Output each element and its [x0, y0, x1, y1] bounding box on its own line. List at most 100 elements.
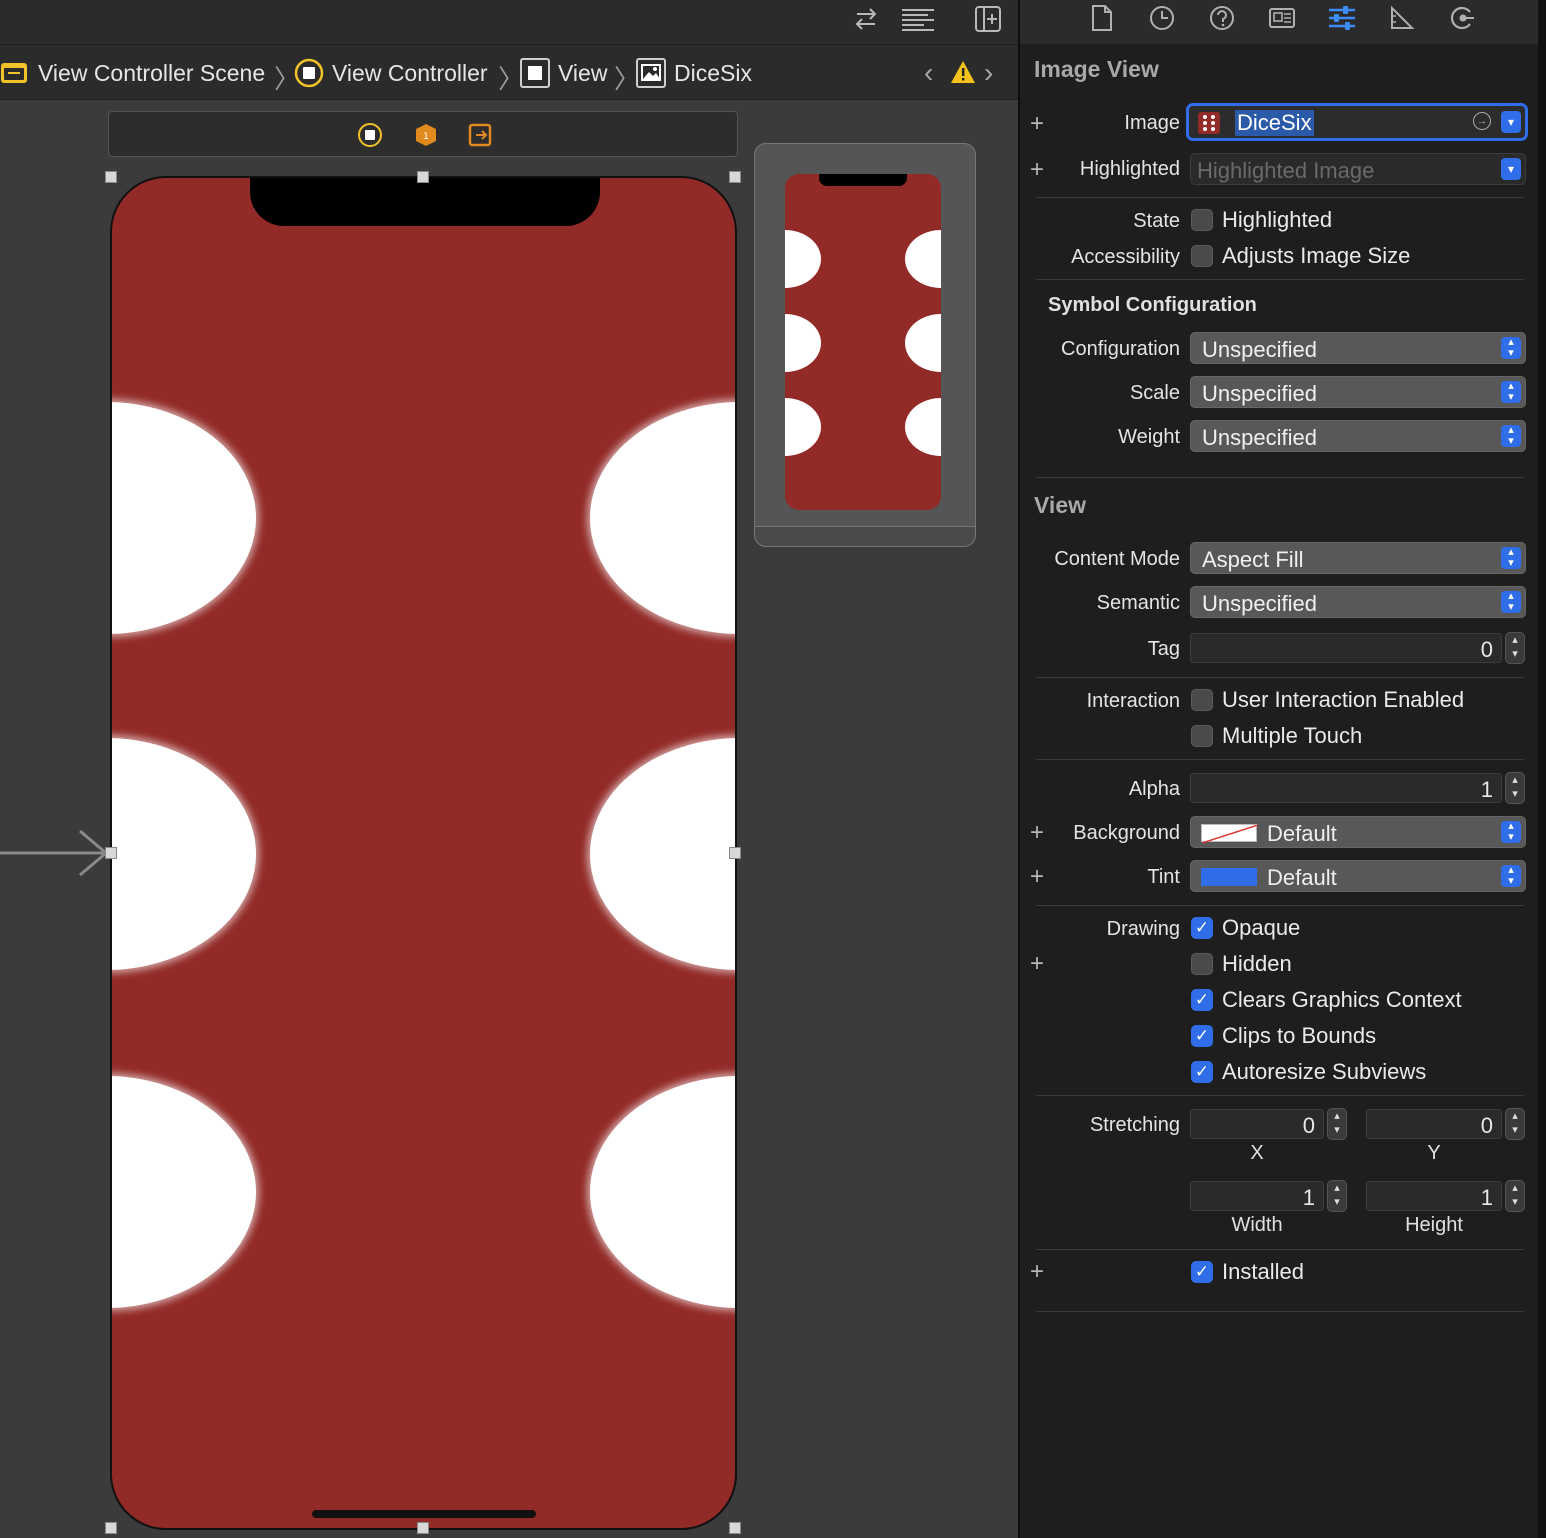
weight-value: Unspecified — [1202, 425, 1317, 450]
hidden-checkbox[interactable] — [1191, 953, 1213, 975]
connections-icon[interactable] — [1444, 4, 1480, 34]
breadcrumb-view[interactable]: View — [520, 45, 607, 101]
alpha-stepper[interactable]: ▴ ▾ — [1505, 772, 1525, 804]
add-variation-button[interactable]: + — [1030, 952, 1044, 976]
stretch-x-field[interactable]: 0 — [1190, 1109, 1324, 1139]
dice-pip — [590, 402, 735, 634]
weight-popup[interactable]: Unspecified ▴ ▾ — [1190, 420, 1526, 452]
dice-pip — [905, 398, 941, 456]
configuration-value: Unspecified — [1202, 337, 1317, 362]
resize-handle[interactable] — [105, 847, 117, 859]
help-icon[interactable] — [1204, 4, 1240, 34]
add-editor-icon[interactable] — [970, 4, 1006, 34]
resize-handle[interactable] — [417, 1522, 429, 1534]
content-mode-popup[interactable]: Aspect Fill ▴ ▾ — [1190, 542, 1526, 574]
view-controller-icon[interactable] — [357, 122, 383, 148]
navigate-next-issue-icon[interactable]: › — [984, 57, 993, 89]
dice-image-icon — [1198, 112, 1220, 134]
clips-to-bounds-checkbox[interactable]: ✓ — [1191, 1025, 1213, 1047]
dice-pip — [785, 314, 821, 372]
stretch-y-stepper[interactable]: ▴ ▾ — [1505, 1108, 1525, 1140]
configuration-popup[interactable]: Unspecified ▴ ▾ — [1190, 332, 1526, 364]
state-highlighted-checkbox[interactable] — [1191, 209, 1213, 231]
breadcrumb-scene[interactable]: View Controller Scene — [0, 45, 265, 101]
editor-toolbar — [0, 0, 1018, 44]
interface-builder-canvas[interactable]: View Controller Scene 〉 View Controller … — [0, 0, 1018, 1538]
highlighted-image-field[interactable]: Highlighted Image ▾ — [1190, 153, 1526, 185]
alpha-value: 1 — [1480, 777, 1493, 802]
tag-stepper[interactable]: ▴ ▾ — [1505, 632, 1525, 664]
warning-icon[interactable] — [950, 59, 976, 90]
scene-icon — [0, 58, 30, 88]
divider — [1036, 905, 1524, 906]
navigate-previous-issue-icon[interactable]: ‹ — [924, 57, 933, 89]
scale-popup[interactable]: Unspecified ▴ ▾ — [1190, 376, 1526, 408]
file-icon[interactable] — [1084, 4, 1120, 34]
inspector-tabs — [1020, 0, 1546, 44]
stretch-x-stepper[interactable]: ▴ ▾ — [1327, 1108, 1347, 1140]
up-down-chevron-icon: ▴ ▾ — [1501, 865, 1521, 887]
chevron-down-icon[interactable]: ▾ — [1501, 111, 1521, 133]
installed-checkbox[interactable]: ✓ — [1191, 1261, 1213, 1283]
size-icon[interactable] — [1384, 4, 1420, 34]
align-lines-icon[interactable] — [900, 4, 936, 34]
divider — [1036, 759, 1524, 760]
adjusts-image-size-checkbox[interactable] — [1191, 245, 1213, 267]
attributes-icon[interactable] — [1324, 4, 1360, 34]
image-combo-field[interactable]: DiceSix → ▾ — [1186, 103, 1528, 141]
tint-popup[interactable]: Default ▴ ▾ — [1190, 860, 1526, 892]
clears-graphics-context-checkbox[interactable]: ✓ — [1191, 989, 1213, 1011]
initial-view-controller-arrow-icon[interactable] — [0, 828, 112, 878]
up-down-chevron-icon: ▴ ▾ — [1501, 821, 1521, 843]
y-caption: Y — [1427, 1142, 1441, 1164]
swap-arrows-icon[interactable] — [848, 4, 884, 34]
height-caption: Height — [1405, 1214, 1463, 1236]
semantic-popup[interactable]: Unspecified ▴ ▾ — [1190, 586, 1526, 618]
state-label: State — [1133, 210, 1180, 232]
breadcrumb-dicesix[interactable]: DiceSix — [636, 45, 752, 101]
first-responder-icon[interactable]: 1 — [413, 122, 439, 148]
alpha-field[interactable]: 1 — [1190, 773, 1502, 803]
resize-handle[interactable] — [417, 171, 429, 183]
preview-device — [785, 174, 941, 510]
content-mode-label: Content Mode — [1054, 548, 1180, 570]
dicesix-image-view[interactable] — [110, 176, 737, 1530]
dice-pip — [785, 398, 821, 456]
resize-handle[interactable] — [729, 1522, 741, 1534]
user-interaction-checkbox[interactable] — [1191, 689, 1213, 711]
exit-icon[interactable] — [467, 122, 493, 148]
multiple-touch-checkbox[interactable] — [1191, 725, 1213, 747]
preview-thumbnail[interactable] — [754, 143, 976, 547]
interaction-label: Interaction — [1086, 690, 1180, 712]
tag-field[interactable]: 0 — [1190, 633, 1502, 663]
identity-icon[interactable] — [1264, 4, 1300, 34]
stretch-width-stepper[interactable]: ▴ ▾ — [1327, 1180, 1347, 1212]
multiple-touch-label: Multiple Touch — [1222, 723, 1363, 748]
stretch-height-stepper[interactable]: ▴ ▾ — [1505, 1180, 1525, 1212]
device-notch — [819, 174, 907, 186]
history-icon[interactable] — [1144, 4, 1180, 34]
add-variation-button[interactable]: + — [1030, 1260, 1044, 1284]
breadcrumb-view-controller[interactable]: View Controller — [294, 45, 488, 101]
stretch-height-field[interactable]: 1 — [1366, 1181, 1502, 1211]
stretch-width-field[interactable]: 1 — [1190, 1181, 1324, 1211]
divider — [1036, 677, 1524, 678]
stretch-y-field[interactable]: 0 — [1366, 1109, 1502, 1139]
tint-color-swatch — [1201, 868, 1257, 886]
resize-handle[interactable] — [105, 1522, 117, 1534]
opaque-checkbox[interactable]: ✓ — [1191, 917, 1213, 939]
breadcrumb-label: DiceSix — [674, 59, 752, 86]
resize-handle[interactable] — [729, 171, 741, 183]
background-popup[interactable]: Default ▴ ▾ — [1190, 816, 1526, 848]
autoresize-subviews-checkbox[interactable]: ✓ — [1191, 1061, 1213, 1083]
go-to-arrow-icon[interactable]: → — [1473, 112, 1491, 130]
up-down-chevron-icon: ▴ ▾ — [1501, 425, 1521, 447]
scale-value: Unspecified — [1202, 381, 1317, 406]
chevron-down-icon[interactable]: ▾ — [1501, 158, 1521, 180]
state-highlighted-label: Highlighted — [1222, 207, 1333, 232]
resize-handle[interactable] — [729, 847, 741, 859]
view-section-title: View — [1034, 492, 1086, 518]
dice-pip — [905, 314, 941, 372]
resize-handle[interactable] — [105, 171, 117, 183]
image-value[interactable]: DiceSix — [1235, 110, 1314, 136]
